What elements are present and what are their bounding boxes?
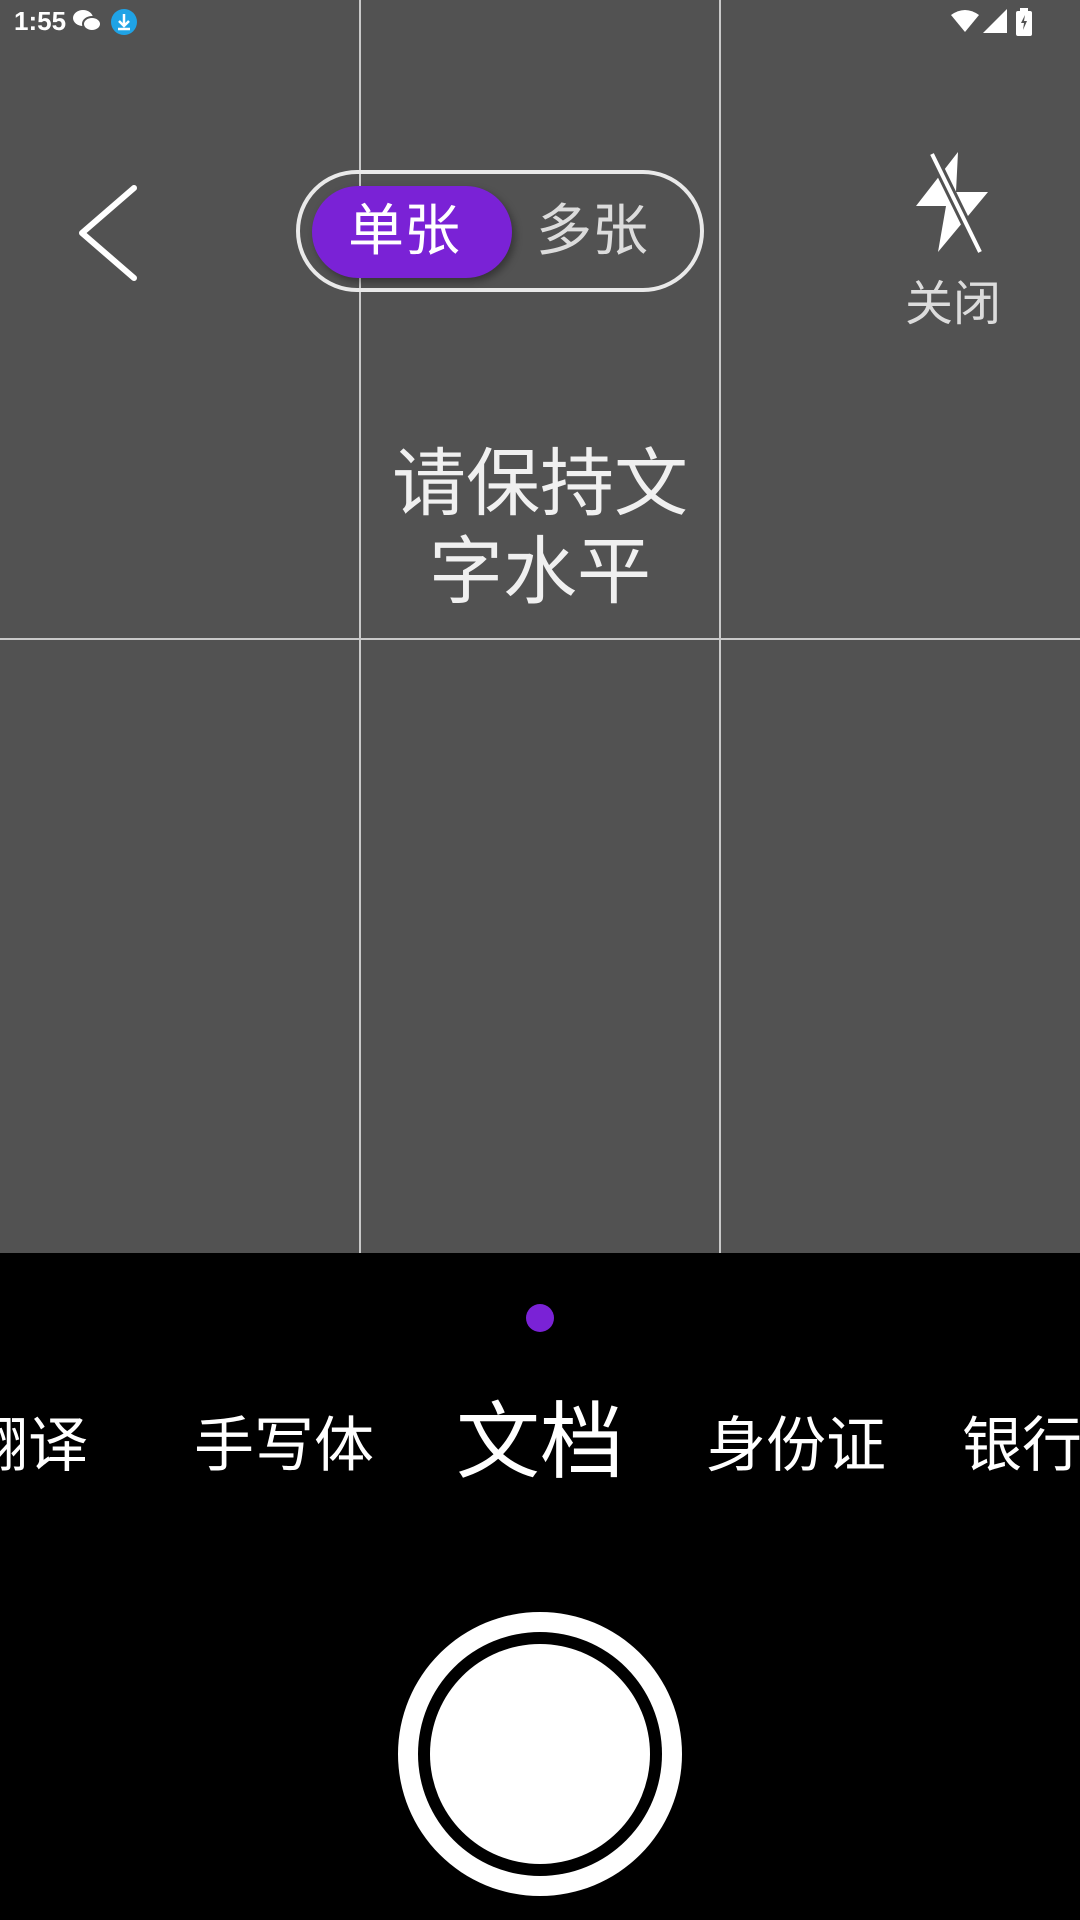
grid-line [0,638,1080,640]
level-hint-text: 请保持文 字水平 [360,440,720,616]
tab-handwriting[interactable]: 手写体 [194,1410,374,1482]
back-button[interactable] [68,178,148,288]
hint-line: 请保持文 [392,441,688,527]
download-icon [110,8,138,41]
camera-preview[interactable]: 1:55 单张 多张 关闭 请保持文 字水平 [0,0,1080,1253]
wifi-icon [950,8,980,39]
camera-screen: 1:55 单张 多张 关闭 请保持文 字水平 译 手写体 文档 身份证 银行 [0,0,1080,1920]
flash-state-label: 关闭 [904,276,1001,332]
battery-icon [1016,8,1032,41]
capture-mode-toggle[interactable]: 单张 多张 [296,170,704,292]
flash-off-icon [916,151,988,255]
chevron-left-icon [79,185,137,281]
tab-bank-card[interactable]: 银行卡 [962,1410,1080,1482]
shutter-button[interactable] [398,1612,682,1896]
tab-translate[interactable]: 翻译 [0,1410,88,1482]
multi-mode-option[interactable]: 多张 [536,194,648,270]
tab-id-card[interactable]: 身份证 [706,1410,886,1482]
wechat-icon [72,8,102,39]
flash-toggle-button[interactable]: 关闭 [888,148,1018,332]
page-indicator-dot [526,1304,554,1332]
grid-line [719,0,721,1253]
hint-line: 字水平 [429,529,651,615]
shutter-core [430,1644,650,1864]
single-mode-option[interactable]: 单张 [348,194,460,270]
status-bar: 1:55 [0,0,1080,42]
status-time: 1:55 [14,6,67,36]
scan-mode-tabs: 翻译 手写体 文档 身份证 银行卡 [0,1390,1080,1500]
signal-icon [982,8,1008,39]
tab-document[interactable]: 文档 [456,1394,624,1490]
